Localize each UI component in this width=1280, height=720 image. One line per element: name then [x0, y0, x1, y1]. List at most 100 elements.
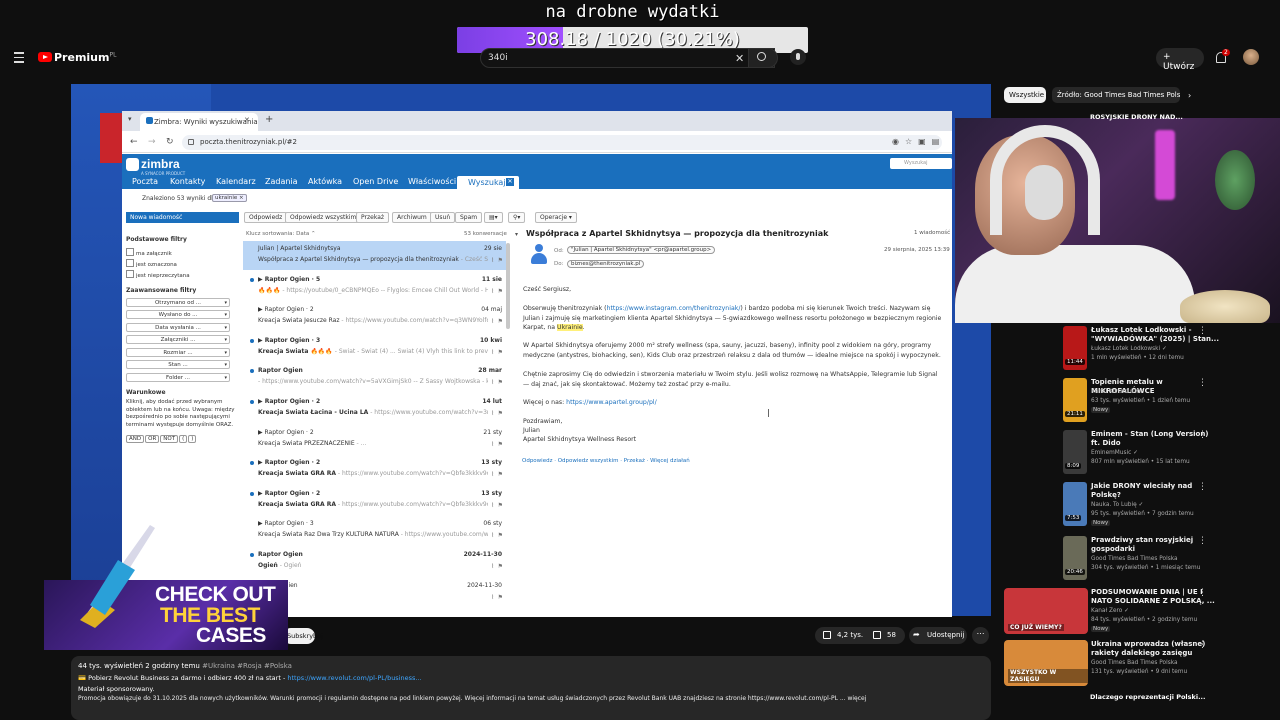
- to-address-chip[interactable]: biznes@thenitrozyniak.pl: [567, 260, 645, 268]
- tab-poczta[interactable]: Poczta: [132, 177, 158, 186]
- channel-name[interactable]: Nauka. To Lubię ✓: [1091, 502, 1143, 508]
- microphone-icon[interactable]: [790, 49, 806, 65]
- more-options-button[interactable]: ⋯: [972, 627, 989, 644]
- recommendation-item[interactable]: 8:09 Eminem - Stan (Long Version) ft. Did…: [1063, 430, 1273, 482]
- filter-attachments[interactable]: Załączniki ...: [126, 335, 230, 344]
- thumbs-down-icon[interactable]: [873, 631, 881, 639]
- sort-key[interactable]: Klucz sortowania: Data ⌃: [246, 231, 316, 237]
- flag-icon[interactable]: ⚑: [498, 349, 503, 356]
- flag-icon[interactable]: ⚑: [498, 471, 503, 478]
- op-or[interactable]: OR: [145, 435, 160, 443]
- flag-icon[interactable]: ⚑: [498, 594, 503, 601]
- op-and[interactable]: AND: [126, 435, 145, 443]
- collapse-arrow-icon[interactable]: ▾: [515, 231, 518, 238]
- message-row[interactable]: ▶ Raptor Ogien · 2 Kreacja Świata Łacina …: [243, 394, 506, 423]
- channel-name[interactable]: Łukasz Lotek Lodkowski ✓: [1091, 346, 1167, 352]
- filter-sent-date[interactable]: Data wysłania ...: [126, 323, 230, 332]
- tab-wlasciwosci[interactable]: Właściwości: [408, 177, 456, 186]
- print-menu-icon[interactable]: ▤▾: [484, 212, 503, 223]
- recommendation-item[interactable]: 19:39PODSUMOWANIE DNIA | UE I NATO SOLID…: [1063, 588, 1273, 640]
- message-row[interactable]: ▶ Raptor Ogien · 2 Kreacja Świata GRA RA …: [243, 486, 506, 515]
- large-thumbnail[interactable]: WSZYSTKO W ZASIĘGU: [1004, 640, 1088, 686]
- tag-menu-icon[interactable]: ⚲▾: [508, 212, 526, 223]
- zimbra-search-input[interactable]: Wyszukaj: [890, 158, 952, 169]
- message-actions-links[interactable]: Odpowiedz · Odpowiedz wszystkim · Przeka…: [522, 458, 690, 464]
- list-scrollbar[interactable]: [506, 243, 510, 329]
- recommendation-item[interactable]: 21:11 Topienie metalu w MIKROFALÓWCE Kamil…: [1063, 378, 1273, 430]
- new-message-button[interactable]: Nowa wiadomość: [126, 212, 239, 223]
- flag-icon[interactable]: ⚑: [498, 441, 503, 448]
- reply-button[interactable]: Odpowiedz: [244, 212, 288, 223]
- tab-zadania[interactable]: Zadania: [265, 177, 298, 186]
- recommendation-item[interactable]: 20:46 Prawdziwy stan rosyjskiej gospodark…: [1063, 536, 1273, 588]
- recommendation-title-bottom[interactable]: Dlaczego reprezentacji Polski...: [1090, 693, 1206, 701]
- message-row[interactable]: ▶ Raptor Ogien · 2 Kreacja Świata PRZEZNA…: [243, 425, 506, 454]
- flag-icon[interactable]: ⚑: [498, 532, 503, 539]
- large-thumbnail[interactable]: CO JUŻ WIEMY?: [1004, 588, 1088, 634]
- clear-search-icon[interactable]: ✕: [735, 52, 744, 65]
- more-vert-icon[interactable]: ⋮: [1198, 326, 1207, 336]
- flag-icon[interactable]: ⚑: [498, 379, 503, 386]
- avatar[interactable]: [1243, 49, 1259, 65]
- message-row[interactable]: Raptor Ogien - https://www.youtube.com/w…: [243, 363, 506, 392]
- flag-icon[interactable]: ⚑: [498, 502, 503, 509]
- create-button[interactable]: + Utwórz: [1156, 48, 1204, 72]
- channel-name[interactable]: Kamil Konstruktor: [1091, 389, 1143, 395]
- tab-kalendarz[interactable]: Kalendarz: [216, 177, 256, 186]
- apartel-link[interactable]: https://www.apartel.group/pl/: [566, 399, 657, 406]
- tab-open-drive[interactable]: Open Drive: [353, 177, 398, 186]
- search-input[interactable]: 340i: [480, 48, 775, 68]
- search-icon[interactable]: [757, 52, 766, 61]
- filter-sent-to[interactable]: Wysłano do ...: [126, 310, 230, 319]
- more-vert-icon[interactable]: ⋮: [1198, 378, 1207, 388]
- message-row[interactable]: Julian | Apartel Skhidnytsya Współpraca z…: [243, 241, 506, 270]
- recommendation-item[interactable]: 14:20Ukraina wprowadza (własne) rakiety …: [1063, 640, 1273, 692]
- from-address-chip[interactable]: "Julian | Apartel Skhidnytsya" <pr@apart…: [567, 246, 716, 254]
- more-vert-icon[interactable]: ⋮: [1198, 536, 1207, 546]
- more-vert-icon[interactable]: ⋮: [1198, 430, 1207, 440]
- op-close-paren[interactable]: ): [188, 435, 197, 443]
- filter-size[interactable]: Rozmiar ...: [126, 348, 230, 357]
- reply-all-button[interactable]: Odpowiedz wszystkim: [285, 212, 362, 223]
- flag-icon[interactable]: ⚑: [498, 410, 503, 417]
- archive-button[interactable]: Archiwum: [392, 212, 432, 223]
- delete-button[interactable]: Usuń: [430, 212, 456, 223]
- filter-unread[interactable]: jest nieprzeczytana: [126, 270, 190, 279]
- chip-all[interactable]: Wszystkie: [1004, 87, 1046, 103]
- message-row[interactable]: ▶ Raptor Ogien · 2 Kreacja Świata GRA RA …: [243, 455, 506, 484]
- channel-name[interactable]: Good Times Bad Times Polska: [1091, 660, 1178, 666]
- more-vert-icon[interactable]: ⋮: [1198, 640, 1207, 650]
- tab-aktowka[interactable]: Aktówka: [308, 177, 342, 186]
- op-open-paren[interactable]: (: [179, 435, 188, 443]
- chevron-right-icon[interactable]: ›: [1188, 91, 1191, 100]
- channel-name[interactable]: Kanał Zero ✓: [1091, 608, 1129, 614]
- thumbs-up-icon[interactable]: [823, 631, 831, 639]
- filter-folder[interactable]: Folder ...: [126, 373, 230, 382]
- flag-icon[interactable]: ⚑: [498, 563, 503, 570]
- search-term-chip[interactable]: ukrainie ×: [212, 194, 247, 202]
- youtube-premium-label[interactable]: PremiumPL: [54, 51, 116, 64]
- message-row[interactable]: ▶ Raptor Ogien · 3 Kreacja Świata 🔥🔥🔥 - Ś…: [243, 333, 506, 362]
- forward-button[interactable]: Przekaż: [356, 212, 390, 223]
- flag-icon[interactable]: ⚑: [498, 288, 503, 295]
- tab-kontakty[interactable]: Kontakty: [170, 177, 205, 186]
- recommendation-title-top[interactable]: ROSYJSKIE DRONY NAD...: [1090, 113, 1183, 121]
- recommendation-item[interactable]: 11:44 Łukasz Lotek Lodkowski - "WYWIADÓWK…: [1063, 326, 1273, 378]
- spam-button[interactable]: Spam: [455, 212, 483, 223]
- close-search-tab-icon[interactable]: ✕: [506, 178, 514, 186]
- actions-menu-button[interactable]: Operacje ▾: [535, 212, 577, 223]
- message-row[interactable]: Raptor Ogien Ogień - Ogień 2024-11-30 ⌇ ⚑: [243, 547, 506, 576]
- flag-icon[interactable]: ⚑: [498, 257, 503, 264]
- message-row[interactable]: ▶ Raptor Ogien · 2 Kreacja Świata Jesucze…: [243, 302, 506, 331]
- message-row[interactable]: ▶ Raptor Ogien · 3 Kreacja Świata Raz Dwa…: [243, 516, 506, 545]
- channel-name[interactable]: Good Times Bad Times Polska: [1091, 556, 1178, 562]
- filter-received-from[interactable]: Otrzymano od ...: [126, 298, 230, 307]
- message-row[interactable]: ▶ Raptor Ogien · 5 🔥🔥🔥 - https://youtube/…: [243, 272, 506, 301]
- filter-status[interactable]: Stan ...: [126, 360, 230, 369]
- filter-has-attachment[interactable]: ma załącznik: [126, 248, 172, 257]
- instagram-link[interactable]: https://www.instagram.com/thenitrozyniak…: [607, 305, 741, 312]
- zimbra-logo[interactable]: zimbra: [141, 157, 180, 171]
- op-not[interactable]: NOT: [160, 435, 179, 443]
- recommendation-item[interactable]: 7:53 Jakie DRONY wleciały nad Polskę? Nauk…: [1063, 482, 1273, 534]
- more-vert-icon[interactable]: ⋮: [1198, 588, 1207, 598]
